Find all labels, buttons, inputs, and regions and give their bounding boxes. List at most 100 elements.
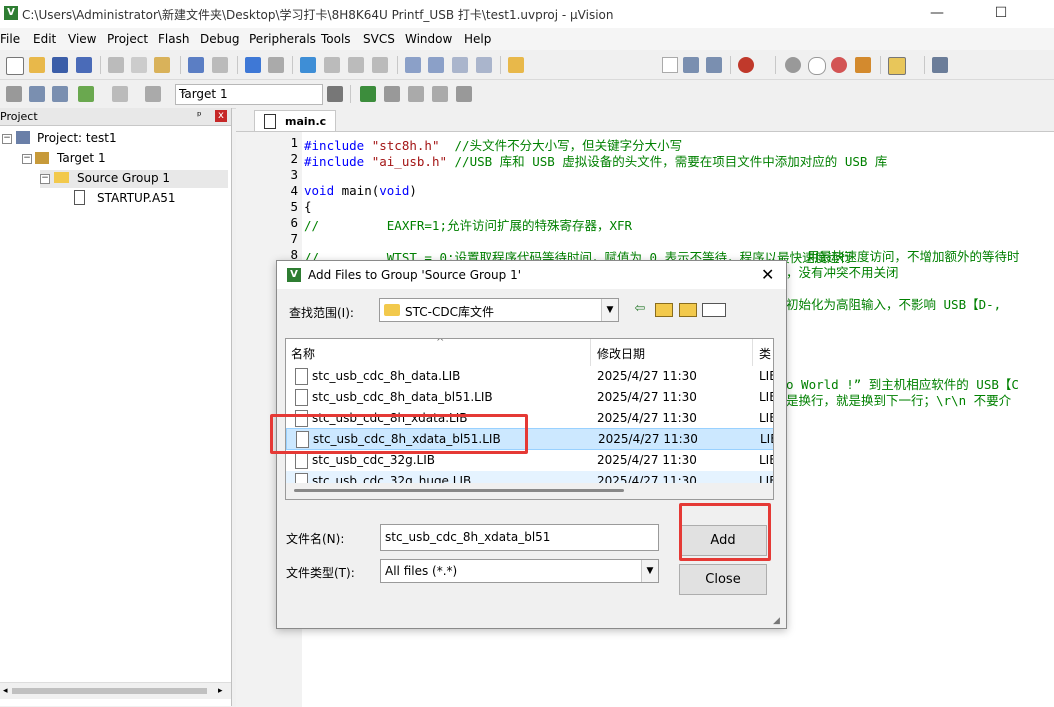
incremental-find-icon[interactable] bbox=[706, 57, 722, 73]
maximize-button[interactable]: ☐ bbox=[978, 0, 1024, 28]
scroll-right-icon[interactable]: ▸ bbox=[218, 686, 223, 696]
menu-file[interactable]: File bbox=[0, 32, 20, 46]
build-toolbar bbox=[0, 80, 1054, 109]
file-type: LIB bbox=[759, 411, 773, 425]
minimize-button[interactable]: — bbox=[914, 0, 960, 28]
indent-icon[interactable] bbox=[405, 57, 421, 73]
dialog-close-button[interactable]: ✕ bbox=[761, 265, 774, 284]
file-name: stc_usb_cdc_32g.LIB bbox=[312, 453, 435, 467]
comment-icon[interactable] bbox=[452, 57, 468, 73]
file-type: LIB bbox=[759, 369, 773, 383]
chevron-down-icon[interactable]: ▼ bbox=[641, 560, 658, 582]
open-folder-icon[interactable] bbox=[29, 57, 45, 73]
menu-debug[interactable]: Debug bbox=[200, 32, 239, 46]
menu-svcs[interactable]: SVCS bbox=[363, 32, 395, 46]
menu-project[interactable]: Project bbox=[107, 32, 148, 46]
uncomment-icon[interactable] bbox=[476, 57, 492, 73]
file-list-horizontal-scrollbar[interactable] bbox=[286, 483, 773, 499]
disable-all-breakpoints-icon[interactable] bbox=[855, 57, 871, 73]
run-time-environment-icon[interactable] bbox=[456, 86, 472, 102]
pin-icon[interactable]: ᵖ bbox=[197, 109, 202, 122]
save-all-icon[interactable] bbox=[76, 57, 92, 73]
cut-icon[interactable] bbox=[108, 57, 124, 73]
download-icon[interactable] bbox=[145, 86, 161, 102]
rebuild-icon[interactable] bbox=[52, 86, 68, 102]
up-folder-icon[interactable] bbox=[655, 303, 673, 317]
manage-components-icon[interactable] bbox=[384, 86, 400, 102]
undo-icon[interactable] bbox=[188, 57, 204, 73]
manage-project-items-icon[interactable] bbox=[360, 86, 376, 102]
kill-breakpoints-icon[interactable] bbox=[831, 57, 847, 73]
look-in-dropdown[interactable]: STC-CDC库文件 ▼ bbox=[379, 298, 619, 322]
menu-peripherals[interactable]: Peripherals bbox=[249, 32, 316, 46]
chevron-down-icon[interactable]: ▼ bbox=[601, 299, 618, 321]
redo-icon[interactable] bbox=[212, 57, 228, 73]
debug-session-icon[interactable] bbox=[738, 57, 754, 73]
tree-item-label: STARTUP.A51 bbox=[97, 191, 176, 205]
close-icon[interactable]: x bbox=[215, 110, 227, 122]
tree-item-label: Project: test1 bbox=[37, 131, 117, 145]
tab-label: main.c bbox=[285, 115, 327, 128]
column-header-name[interactable]: 名称 bbox=[291, 345, 315, 362]
new-folder-icon[interactable] bbox=[679, 303, 697, 317]
view-menu-icon[interactable] bbox=[702, 303, 726, 317]
navigate-forward-icon[interactable] bbox=[268, 57, 284, 73]
back-arrow-icon[interactable]: ⇦ bbox=[632, 301, 648, 317]
unindent-icon[interactable] bbox=[428, 57, 444, 73]
line-number: 7 bbox=[290, 231, 298, 246]
find-combo-dropdown[interactable] bbox=[662, 57, 678, 73]
file-row[interactable]: stc_usb_cdc_8h_data.LIB 2025/4/27 11:30 … bbox=[286, 366, 773, 387]
collapse-icon[interactable]: − bbox=[22, 154, 32, 164]
code-text: void main(void) bbox=[304, 183, 417, 198]
collapse-icon[interactable]: − bbox=[40, 174, 50, 184]
prev-bookmark-icon[interactable] bbox=[324, 57, 340, 73]
navigate-back-icon[interactable] bbox=[245, 57, 261, 73]
build-icon[interactable] bbox=[29, 86, 45, 102]
window-layout-icon[interactable] bbox=[888, 57, 906, 75]
target-options-icon[interactable] bbox=[327, 86, 343, 102]
column-header-date[interactable]: 修改日期 bbox=[597, 345, 645, 362]
filetype-dropdown[interactable]: All files (*.*) ▼ bbox=[380, 559, 659, 583]
tree-item-source-group[interactable]: − Source Group 1 bbox=[40, 170, 228, 188]
save-icon[interactable] bbox=[52, 57, 68, 73]
new-file-icon[interactable] bbox=[6, 57, 24, 75]
project-horizontal-scrollbar[interactable]: ◂ ▸ bbox=[0, 682, 231, 699]
breakpoint-icon[interactable] bbox=[785, 57, 801, 73]
find-icon[interactable] bbox=[683, 57, 699, 73]
menu-tools[interactable]: Tools bbox=[321, 32, 351, 46]
line-number: 5 bbox=[290, 199, 298, 214]
menu-bar: File Edit View Project Flash Debug Perip… bbox=[0, 28, 1054, 50]
disable-breakpoint-icon[interactable] bbox=[808, 57, 826, 75]
select-packs-icon[interactable] bbox=[408, 86, 424, 102]
translate-icon[interactable] bbox=[6, 86, 22, 102]
dialog-title-bar: V Add Files to Group 'Source Group 1' ✕ bbox=[277, 261, 786, 289]
file-row[interactable]: stc_usb_cdc_8h_data_bl51.LIB 2025/4/27 1… bbox=[286, 387, 773, 408]
menu-edit[interactable]: Edit bbox=[33, 32, 56, 46]
column-header-type[interactable]: 类 bbox=[759, 345, 771, 362]
stop-build-icon[interactable] bbox=[112, 86, 128, 102]
uvision-app-icon: V bbox=[4, 6, 18, 20]
next-bookmark-icon[interactable] bbox=[348, 57, 364, 73]
tab-main-c[interactable]: main.c bbox=[254, 110, 336, 131]
menu-window[interactable]: Window bbox=[405, 32, 452, 46]
paste-icon[interactable] bbox=[154, 57, 170, 73]
clear-bookmarks-icon[interactable] bbox=[372, 57, 388, 73]
filename-input[interactable]: stc_usb_cdc_8h_xdata_bl51 bbox=[380, 524, 659, 551]
batch-build-icon[interactable] bbox=[78, 86, 94, 102]
collapse-icon[interactable]: − bbox=[2, 134, 12, 144]
close-button[interactable]: Close bbox=[679, 564, 767, 595]
scroll-thumb[interactable] bbox=[294, 489, 624, 492]
configure-icon[interactable] bbox=[932, 57, 948, 73]
pack-installer-icon[interactable] bbox=[432, 86, 448, 102]
menu-help[interactable]: Help bbox=[464, 32, 491, 46]
menu-view[interactable]: View bbox=[68, 32, 96, 46]
resize-grip[interactable]: ◢ bbox=[773, 616, 783, 626]
target-select[interactable]: Target 1 ⌄ bbox=[175, 84, 323, 105]
menu-flash[interactable]: Flash bbox=[158, 32, 189, 46]
copy-icon[interactable] bbox=[131, 57, 147, 73]
scroll-thumb[interactable] bbox=[12, 688, 207, 694]
line-number: 3 bbox=[290, 167, 298, 182]
scroll-left-icon[interactable]: ◂ bbox=[3, 686, 8, 696]
find-in-files-icon[interactable] bbox=[508, 57, 524, 73]
bookmark-icon[interactable] bbox=[300, 57, 316, 73]
